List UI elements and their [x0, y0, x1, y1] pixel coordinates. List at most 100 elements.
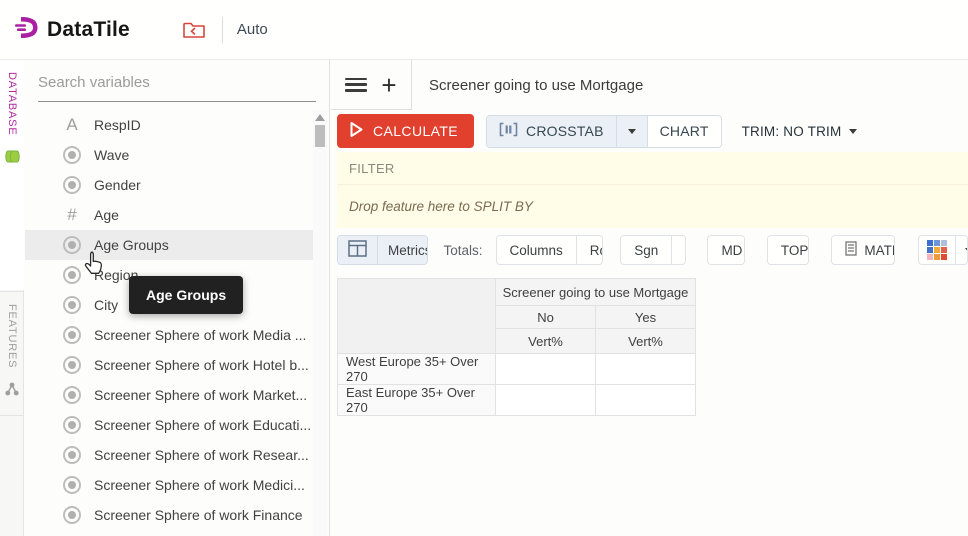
- column-header-yes[interactable]: Yes: [596, 306, 696, 329]
- layout-button[interactable]: [338, 236, 377, 264]
- totals-rows-button[interactable]: Rows: [576, 236, 603, 264]
- metrics-toolbar: Metrics Totals: Columns Rows Sgn MD: [331, 228, 968, 272]
- crosstab-icon: [499, 122, 518, 140]
- view-switch-group: CROSSTAB CHART: [486, 115, 722, 148]
- sgn-group: Sgn: [620, 235, 686, 265]
- folder-back-button[interactable]: [182, 20, 206, 40]
- crosstab-table: Screener going to use Mortgage No Yes Ve…: [337, 278, 696, 416]
- variable-type-icon: [63, 416, 81, 434]
- database-icon: [5, 149, 20, 169]
- variable-list-item[interactable]: Age Groups: [25, 230, 313, 260]
- md-wrap: MD: [707, 235, 744, 265]
- variable-label: Age: [94, 207, 119, 223]
- variable-type-icon: [63, 356, 81, 374]
- heatmap-dropdown[interactable]: [955, 236, 968, 264]
- data-cell: [596, 354, 696, 385]
- variable-list-item[interactable]: [25, 530, 313, 536]
- variable-list-item[interactable]: Screener Sphere of work Hotel b...: [25, 350, 313, 380]
- variable-list-item[interactable]: Screener Sphere of work Medici...: [25, 470, 313, 500]
- main-area: + Screener going to use Mortgage CALCULA…: [331, 60, 968, 536]
- variable-type-icon: [63, 476, 81, 494]
- sidebar-scrollbar[interactable]: [313, 110, 327, 536]
- heatmap-group: [918, 235, 968, 265]
- variable-type-icon: [63, 116, 81, 134]
- crosstab-dropdown[interactable]: [616, 116, 647, 147]
- trim-dropdown[interactable]: TRIM: NO TRIM: [742, 124, 858, 139]
- sgn-dropdown[interactable]: [671, 236, 686, 264]
- heatmap-icon: [927, 240, 947, 260]
- add-tab-icon[interactable]: +: [381, 75, 396, 95]
- play-icon: [349, 121, 364, 141]
- variable-list-item[interactable]: Screener Sphere of work Finance: [25, 500, 313, 530]
- math-button[interactable]: MATH: [832, 236, 895, 264]
- variable-list-item[interactable]: Wave: [25, 140, 313, 170]
- variable-list-item[interactable]: Screener Sphere of work Market...: [25, 380, 313, 410]
- row-header-east-europe[interactable]: East Europe 35+ Over 270: [338, 385, 496, 416]
- variable-label: City: [94, 297, 118, 313]
- variable-list-item[interactable]: RespID: [25, 110, 313, 140]
- table-corner-cell: [338, 279, 496, 354]
- datatile-logo-icon: [14, 14, 41, 46]
- variable-type-icon: [63, 236, 81, 254]
- variable-list-item[interactable]: Screener Sphere of work Resear...: [25, 440, 313, 470]
- document-title: Screener going to use Mortgage: [429, 77, 643, 94]
- split-by-hint: Drop feature here to SPLIT BY: [349, 199, 533, 214]
- chevron-down-icon: [628, 129, 636, 134]
- top-button[interactable]: TOP: [768, 236, 809, 264]
- row-header-west-europe[interactable]: West Europe 35+ Over 270: [338, 354, 496, 385]
- crosstab-button[interactable]: CROSSTAB: [487, 116, 616, 147]
- column-group-header[interactable]: Screener going to use Mortgage: [496, 279, 696, 306]
- totals-columns-button[interactable]: Columns: [497, 236, 576, 264]
- variable-label: Screener Sphere of work Medici...: [94, 477, 305, 493]
- drag-tooltip: Age Groups: [129, 276, 243, 314]
- metrics-group: Metrics: [337, 235, 428, 265]
- variable-list-item[interactable]: Screener Sphere of work Media ...: [25, 320, 313, 350]
- tab-features[interactable]: FEATURES: [0, 291, 24, 416]
- tab-controls: +: [331, 60, 412, 110]
- totals-group: Columns Rows: [496, 235, 604, 265]
- column-header-no[interactable]: No: [496, 306, 596, 329]
- chevron-down-icon: [685, 248, 686, 253]
- split-by-drop-zone[interactable]: Drop feature here to SPLIT BY: [337, 185, 968, 228]
- variable-label: Gender: [94, 177, 141, 193]
- math-calculator-icon: [845, 241, 857, 259]
- variable-list-item[interactable]: Age: [25, 200, 313, 230]
- scrollbar-thumb[interactable]: [315, 125, 325, 147]
- header-divider: [222, 17, 223, 43]
- metrics-dropdown[interactable]: Metrics: [377, 236, 428, 264]
- variable-type-icon: [63, 206, 81, 224]
- top-wrap: TOP: [767, 235, 809, 265]
- variables-sidebar: RespID Wave Gender Age Age Groups Region…: [25, 60, 330, 536]
- variable-list-item[interactable]: Screener Sphere of work Educati...: [25, 410, 313, 440]
- features-share-icon: [5, 382, 19, 401]
- search-input[interactable]: [38, 68, 316, 102]
- md-button[interactable]: MD: [708, 236, 744, 264]
- filter-drop-zone[interactable]: FILTER: [337, 152, 968, 185]
- mode-label[interactable]: Auto: [237, 21, 268, 38]
- variable-list-item[interactable]: Gender: [25, 170, 313, 200]
- variable-type-icon: [63, 386, 81, 404]
- table-row: West Europe 35+ Over 270: [338, 354, 696, 385]
- heatmap-button[interactable]: [919, 236, 955, 264]
- variable-label: Screener Sphere of work Finance: [94, 507, 303, 523]
- tab-database[interactable]: DATABASE: [0, 60, 24, 290]
- metric-header[interactable]: Vert%: [596, 329, 696, 354]
- table-layout-icon: [348, 240, 367, 260]
- variable-label: Screener Sphere of work Resear...: [94, 447, 309, 463]
- variable-label: Screener Sphere of work Hotel b...: [94, 357, 309, 373]
- calculate-button[interactable]: CALCULATE: [337, 114, 474, 148]
- chart-button[interactable]: CHART: [647, 116, 721, 147]
- sgn-button[interactable]: Sgn: [621, 236, 671, 264]
- filter-label: FILTER: [349, 161, 395, 176]
- variable-type-icon: [63, 266, 81, 284]
- tab-features-label: FEATURES: [6, 304, 18, 368]
- scroll-up-icon[interactable]: [315, 114, 325, 121]
- chevron-down-icon: [849, 129, 857, 134]
- data-cell: [496, 354, 596, 385]
- metric-header[interactable]: Vert%: [496, 329, 596, 354]
- variable-label: Screener Sphere of work Market...: [94, 387, 307, 403]
- variable-type-icon: [63, 146, 81, 164]
- variable-label: RespID: [94, 117, 141, 133]
- menu-icon[interactable]: [345, 78, 367, 92]
- data-cell: [496, 385, 596, 416]
